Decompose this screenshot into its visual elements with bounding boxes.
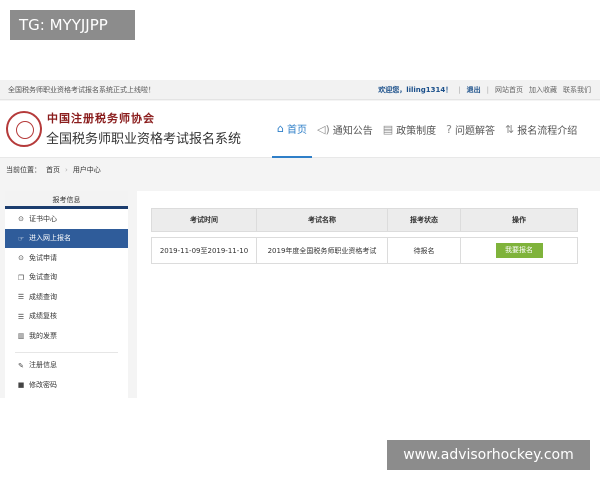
sidebar-item-exemption-apply[interactable]: ⊙ 免试申请 (5, 248, 128, 268)
watermark-bottom: www.advisorhockey.com (387, 440, 590, 470)
sidebar-item-label: 证书中心 (29, 214, 57, 223)
clock-icon: ⊙ (18, 254, 24, 262)
exam-action-cell: 我要报名 (460, 237, 578, 264)
nav-notices[interactable]: ◁) 通知公告 (312, 101, 378, 158)
top-links: 欢迎您，liling1314！ | 退出 | 网站首页 加入收藏 联系我们 (378, 80, 591, 100)
sidebar-item-online-signup[interactable]: ☞ 进入网上报名 (5, 228, 128, 248)
logout-link[interactable]: 退出 (467, 80, 481, 100)
sidebar: 报考信息 ⊙ 证书中心 ☞ 进入网上报名 ⊙ 免试申请 ❐ 免试查询 ☰ 成绩查… (5, 191, 128, 398)
logo-seal-icon (6, 111, 42, 147)
sidebar-item-invoices[interactable]: ▥ 我的发票 (5, 326, 128, 346)
list-icon: ☰ (17, 312, 25, 321)
nav-policy[interactable]: ▤ 政策制度 (378, 101, 441, 158)
add-favorite-link[interactable]: 加入收藏 (529, 80, 557, 100)
sidebar-title: 报考信息 (5, 191, 128, 209)
sidebar-item-change-password[interactable]: ■ 修改密码 (5, 375, 128, 395)
nav-label: 首页 (286, 125, 307, 136)
exam-status-cell: 待报名 (387, 237, 461, 264)
site-header: 中国注册税务师协会 全国税务师职业资格考试报名系统 ⌂ 首页 ◁) 通知公告 ▤… (0, 101, 600, 158)
sidebar-item-label: 免试申请 (29, 253, 57, 262)
sidebar-item-exemption-query[interactable]: ❐ 免试查询 (5, 268, 128, 288)
sidebar-item-score-query[interactable]: ☰ 成绩查询 (5, 287, 128, 307)
site-title: 全国税务师职业资格考试报名系统 (46, 132, 242, 147)
sidebar-item-label: 修改密码 (29, 380, 57, 389)
separator: | (486, 86, 489, 94)
list-icon: ☰ (17, 293, 25, 301)
column-header-time: 考试时间 (151, 208, 257, 232)
main-nav: ⌂ 首页 ◁) 通知公告 ▤ 政策制度 ? 问题解答 ⇅ 报名流程介绍 (272, 101, 582, 158)
clock-icon: ⊙ (18, 215, 24, 223)
app-screenshot: 全国税务师职业资格考试报名系统正式上线啦！ 欢迎您，liling1314！ | … (0, 80, 600, 398)
breadcrumb-current: 用户中心 (72, 166, 101, 174)
breadcrumb-home[interactable]: 首页 (46, 158, 60, 182)
wrench-icon: ✎ (18, 361, 24, 370)
nav-home[interactable]: ⌂ 首页 (272, 101, 312, 158)
column-header-status: 报考状态 (387, 208, 461, 232)
sidebar-item-certificates[interactable]: ⊙ 证书中心 (5, 209, 128, 229)
question-icon: ? (446, 123, 452, 136)
sidebar-divider (15, 351, 118, 353)
column-header-name: 考试名称 (256, 208, 388, 232)
pointer-icon: ☞ (17, 234, 25, 243)
exam-time-cell: 2019-11-09至2019-11-10 (151, 237, 257, 264)
flow-icon: ⇅ (505, 123, 515, 136)
welcome-text: 欢迎您，liling1314！ (378, 86, 453, 94)
nav-label: 通知公告 (332, 126, 373, 137)
nav-process[interactable]: ⇅ 报名流程介绍 (500, 101, 582, 158)
separator: | (458, 86, 461, 94)
barcode-icon: ▥ (17, 332, 25, 340)
sidebar-item-label: 进入网上报名 (29, 234, 71, 243)
sidebar-item-registration-info[interactable]: ✎ 注册信息 (5, 356, 128, 376)
book-icon: ▤ (382, 123, 394, 136)
watermark-top: TG: MYYJJPP (10, 10, 135, 40)
system-notice: 全国税务师职业资格考试报名系统正式上线啦！ (8, 86, 155, 94)
lock-icon: ■ (17, 381, 25, 389)
table-header-row: 考试时间 考试名称 报考状态 操作 (151, 208, 578, 232)
logo-calligraphy: 中国注册税务师协会 (47, 112, 155, 125)
speaker-icon: ◁) (316, 123, 330, 136)
breadcrumb: 当前位置： 首页 › 用户中心 (0, 158, 600, 182)
exam-name-cell: 2019年度全国税务师职业资格考试 (256, 237, 388, 264)
sidebar-item-label: 免试查询 (29, 273, 57, 282)
sidebar-item-score-review[interactable]: ☰ 成绩复核 (5, 307, 128, 327)
signup-button[interactable]: 我要报名 (495, 243, 543, 258)
copy-icon: ❐ (17, 273, 25, 282)
nav-label: 问题解答 (455, 126, 495, 137)
sidebar-item-label: 成绩查询 (29, 292, 57, 301)
exam-table: 考试时间 考试名称 报考状态 操作 2019-11-09至2019-11-10 … (151, 208, 578, 264)
top-bar: 全国税务师职业资格考试报名系统正式上线啦！ 欢迎您，liling1314！ | … (0, 80, 600, 100)
nav-label: 政策制度 (396, 126, 437, 137)
home-site-link[interactable]: 网站首页 (495, 80, 523, 100)
sidebar-item-label: 注册信息 (29, 361, 57, 370)
nav-label: 报名流程介绍 (517, 126, 578, 137)
contact-link[interactable]: 联系我们 (563, 80, 591, 100)
nav-faq[interactable]: ? 问题解答 (441, 101, 500, 158)
table-row: 2019-11-09至2019-11-10 2019年度全国税务师职业资格考试 … (151, 237, 578, 264)
breadcrumb-label: 当前位置： (6, 166, 41, 174)
home-icon: ⌂ (277, 122, 284, 135)
breadcrumb-separator: › (65, 166, 68, 174)
sidebar-item-label: 成绩复核 (29, 312, 57, 321)
main-content: 考试时间 考试名称 报考状态 操作 2019-11-09至2019-11-10 … (137, 191, 600, 398)
column-header-action: 操作 (460, 208, 578, 232)
sidebar-item-label: 我的发票 (29, 331, 57, 340)
